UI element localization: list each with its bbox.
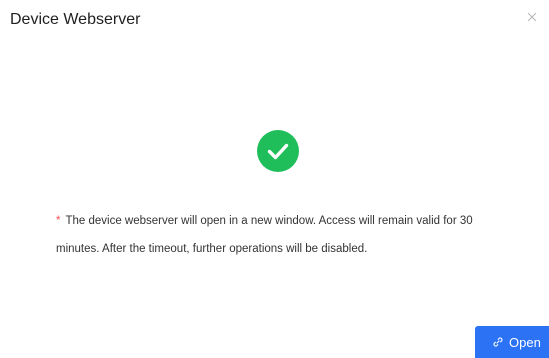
open-button[interactable]: Open <box>475 326 549 358</box>
device-webserver-dialog: Device Webserver * The device webserver … <box>0 0 549 358</box>
link-icon <box>492 336 504 348</box>
success-check-icon <box>257 130 299 172</box>
open-button-label: Open <box>509 334 541 350</box>
message-text: The device webserver will open in a new … <box>56 215 473 255</box>
close-button[interactable] <box>524 9 540 25</box>
close-icon <box>527 12 537 22</box>
dialog-title: Device Webserver <box>10 11 141 28</box>
info-message: * The device webserver will open in a ne… <box>56 207 504 263</box>
required-marker: * <box>56 215 61 227</box>
